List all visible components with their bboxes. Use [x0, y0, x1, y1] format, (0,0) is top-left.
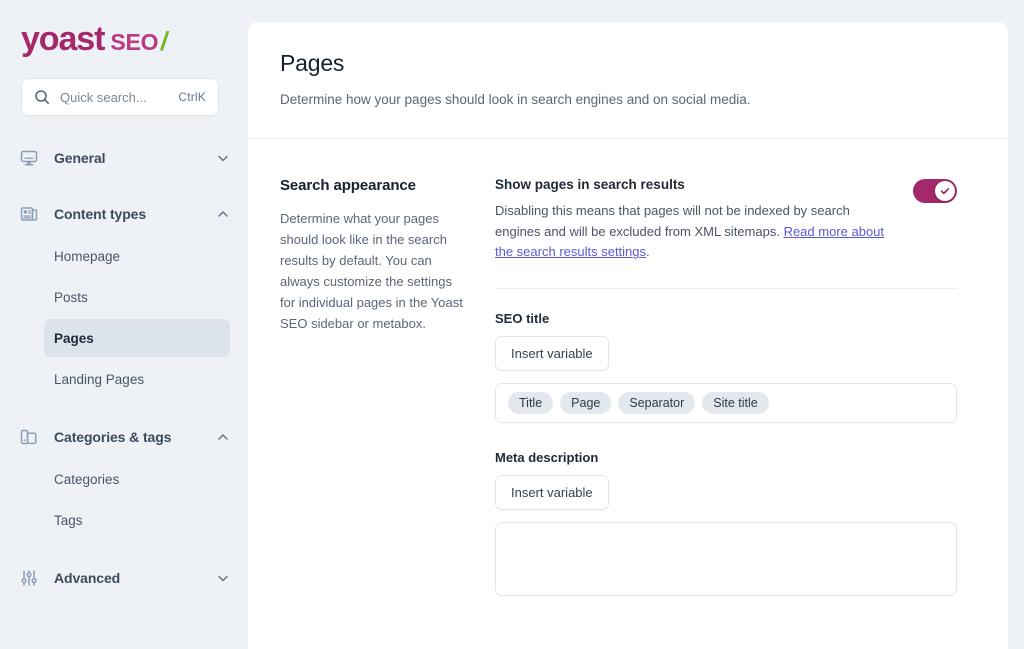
section-divider	[495, 288, 957, 290]
settings-fields-column: Show pages in search results Disabling t…	[495, 177, 957, 601]
card-body: Search appearance Determine what your pa…	[248, 139, 1008, 601]
sliders-icon	[18, 567, 40, 589]
sidebar-item-categories[interactable]: Categories	[44, 460, 230, 498]
chevron-up-icon	[216, 430, 230, 444]
search-input[interactable]	[60, 89, 179, 105]
meta-description-input[interactable]	[495, 522, 957, 597]
sidebar-item-categories-and-tags[interactable]: Categories & tags	[0, 417, 248, 457]
settings-card: Pages Determine how your pages should lo…	[248, 22, 1008, 649]
seo-title-label: SEO title	[495, 311, 550, 327]
description-text-after: .	[646, 244, 650, 260]
card-header: Pages Determine how your pages should lo…	[248, 22, 1008, 139]
sidebar: yoast SEO / CtrlK	[0, 0, 248, 649]
yoast-logo[interactable]: yoast SEO /	[0, 0, 248, 56]
seo-title-field: SEO title Insert variable Title Page Sep…	[495, 311, 957, 424]
logo-wordmark: yoast	[21, 20, 105, 58]
variable-pill-site-title[interactable]: Site title	[702, 392, 769, 415]
search-shortcut-hint: CtrlK	[178, 90, 206, 104]
tags-icon	[18, 426, 40, 448]
variable-pill-separator[interactable]: Separator	[618, 392, 696, 415]
variable-pill-page[interactable]: Page	[560, 392, 612, 415]
sidebar-item-pages[interactable]: Pages	[44, 319, 230, 357]
logo-slash-icon: /	[159, 26, 171, 56]
sidebar-item-content-types[interactable]: Content types	[0, 194, 248, 234]
meta-description-field: Meta description Insert variable	[495, 450, 957, 601]
meta-description-insert-variable-button[interactable]: Insert variable	[495, 475, 609, 511]
sidebar-navigation: General Content types Homepage Posts Pag…	[0, 138, 248, 598]
quick-search-box[interactable]: CtrlK	[21, 78, 219, 116]
chevron-down-icon	[216, 151, 230, 165]
sidebar-item-tags[interactable]: Tags	[44, 501, 230, 539]
page-description: Determine how your pages should look in …	[280, 92, 751, 107]
show-in-search-results-toggle[interactable]	[913, 178, 957, 203]
sidebar-item-landing-pages[interactable]: Landing Pages	[44, 360, 230, 398]
check-icon	[940, 187, 950, 195]
content-types-icon	[18, 203, 40, 225]
yoast-settings-app: yoast SEO / CtrlK	[0, 0, 1024, 649]
sidebar-label-content-types: Content types	[54, 206, 147, 222]
search-icon	[34, 89, 50, 105]
monitor-icon	[18, 147, 40, 169]
sidebar-subitems-content-types: Homepage Posts Pages Landing Pages	[0, 237, 248, 398]
show-in-search-results-field: Show pages in search results Disabling t…	[495, 177, 957, 263]
section-info-column: Search appearance Determine what your pa…	[280, 177, 495, 601]
logo-product-name: SEO	[110, 29, 159, 55]
sidebar-item-general[interactable]: General	[0, 138, 248, 178]
seo-title-insert-variable-button[interactable]: Insert variable	[495, 336, 609, 372]
meta-description-label: Meta description	[495, 450, 599, 466]
sidebar-label-general: General	[54, 150, 106, 166]
chevron-up-icon	[216, 207, 230, 221]
variable-pill-title[interactable]: Title	[508, 392, 554, 415]
toggle-knob	[935, 180, 955, 201]
seo-title-input[interactable]: Title Page Separator Site title	[495, 383, 957, 424]
show-in-search-results-label: Show pages in search results	[495, 176, 685, 192]
sidebar-item-homepage[interactable]: Homepage	[44, 237, 230, 275]
sidebar-label-categories-and-tags: Categories & tags	[54, 429, 172, 445]
chevron-down-icon	[216, 571, 230, 585]
main-content: Pages Determine how your pages should lo…	[248, 0, 1024, 649]
show-in-search-results-text: Show pages in search results Disabling t…	[495, 177, 913, 263]
show-in-search-results-description: Disabling this means that pages will not…	[495, 201, 889, 263]
sidebar-subitems-categories-and-tags: Categories Tags	[0, 460, 248, 539]
sidebar-item-advanced[interactable]: Advanced	[0, 558, 248, 598]
sidebar-label-advanced: Advanced	[54, 570, 121, 586]
sidebar-item-posts[interactable]: Posts	[44, 278, 230, 316]
section-title-search-appearance: Search appearance	[280, 176, 416, 194]
page-title: Pages	[280, 50, 345, 76]
section-description-search-appearance: Determine what your pages should look li…	[280, 210, 463, 332]
